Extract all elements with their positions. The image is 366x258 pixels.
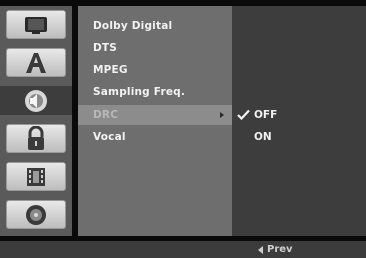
audio-setup-icon bbox=[25, 89, 47, 112]
menu-item-label: DTS bbox=[93, 42, 118, 54]
menu-item-dts[interactable]: DTS bbox=[78, 38, 232, 58]
sidebar-item-language[interactable] bbox=[6, 48, 66, 77]
sidebar-item-display[interactable] bbox=[6, 10, 66, 39]
option-off[interactable]: OFF bbox=[232, 105, 366, 125]
sidebar-item-disc[interactable] bbox=[6, 200, 66, 229]
audio-settings-menu: Dolby Digital DTS MPEG Sampling Freq. DR… bbox=[78, 6, 232, 236]
left-arrow-icon bbox=[258, 245, 263, 254]
option-label: OFF bbox=[254, 109, 278, 121]
prev-hint[interactable]: Prev bbox=[258, 241, 293, 258]
language-setup-icon bbox=[26, 52, 46, 73]
navigation-hint-bar: Prev bbox=[0, 241, 366, 258]
lock-setup-icon bbox=[28, 125, 44, 150]
menu-item-drc[interactable]: DRC bbox=[78, 105, 232, 125]
recording-setup-icon bbox=[27, 167, 45, 186]
sidebar-item-recording[interactable] bbox=[6, 162, 66, 191]
menu-item-label: Dolby Digital bbox=[93, 20, 173, 32]
setup-menu-screen: Dolby Digital DTS MPEG Sampling Freq. DR… bbox=[0, 0, 366, 258]
category-sidebar bbox=[0, 6, 72, 236]
checkmark-icon bbox=[237, 109, 250, 120]
submenu-arrow-icon bbox=[220, 112, 224, 118]
menu-item-dolby-digital[interactable]: Dolby Digital bbox=[78, 16, 232, 36]
menu-item-label: MPEG bbox=[93, 64, 128, 76]
prev-label: Prev bbox=[267, 244, 293, 255]
display-setup-icon bbox=[25, 16, 47, 34]
disc-setup-icon bbox=[26, 204, 46, 225]
menu-item-label: Sampling Freq. bbox=[93, 86, 186, 98]
drc-options-panel: OFF ON bbox=[232, 6, 366, 236]
menu-item-label: Vocal bbox=[93, 131, 126, 143]
menu-item-mpeg[interactable]: MPEG bbox=[78, 60, 232, 80]
menu-item-sampling-freq[interactable]: Sampling Freq. bbox=[78, 82, 232, 102]
menu-item-label: DRC bbox=[93, 109, 119, 121]
sidebar-item-lock[interactable] bbox=[6, 124, 66, 153]
sidebar-item-audio[interactable] bbox=[0, 86, 72, 115]
option-on[interactable]: ON bbox=[232, 127, 366, 147]
option-label: ON bbox=[254, 131, 272, 143]
menu-item-vocal[interactable]: Vocal bbox=[78, 127, 232, 147]
